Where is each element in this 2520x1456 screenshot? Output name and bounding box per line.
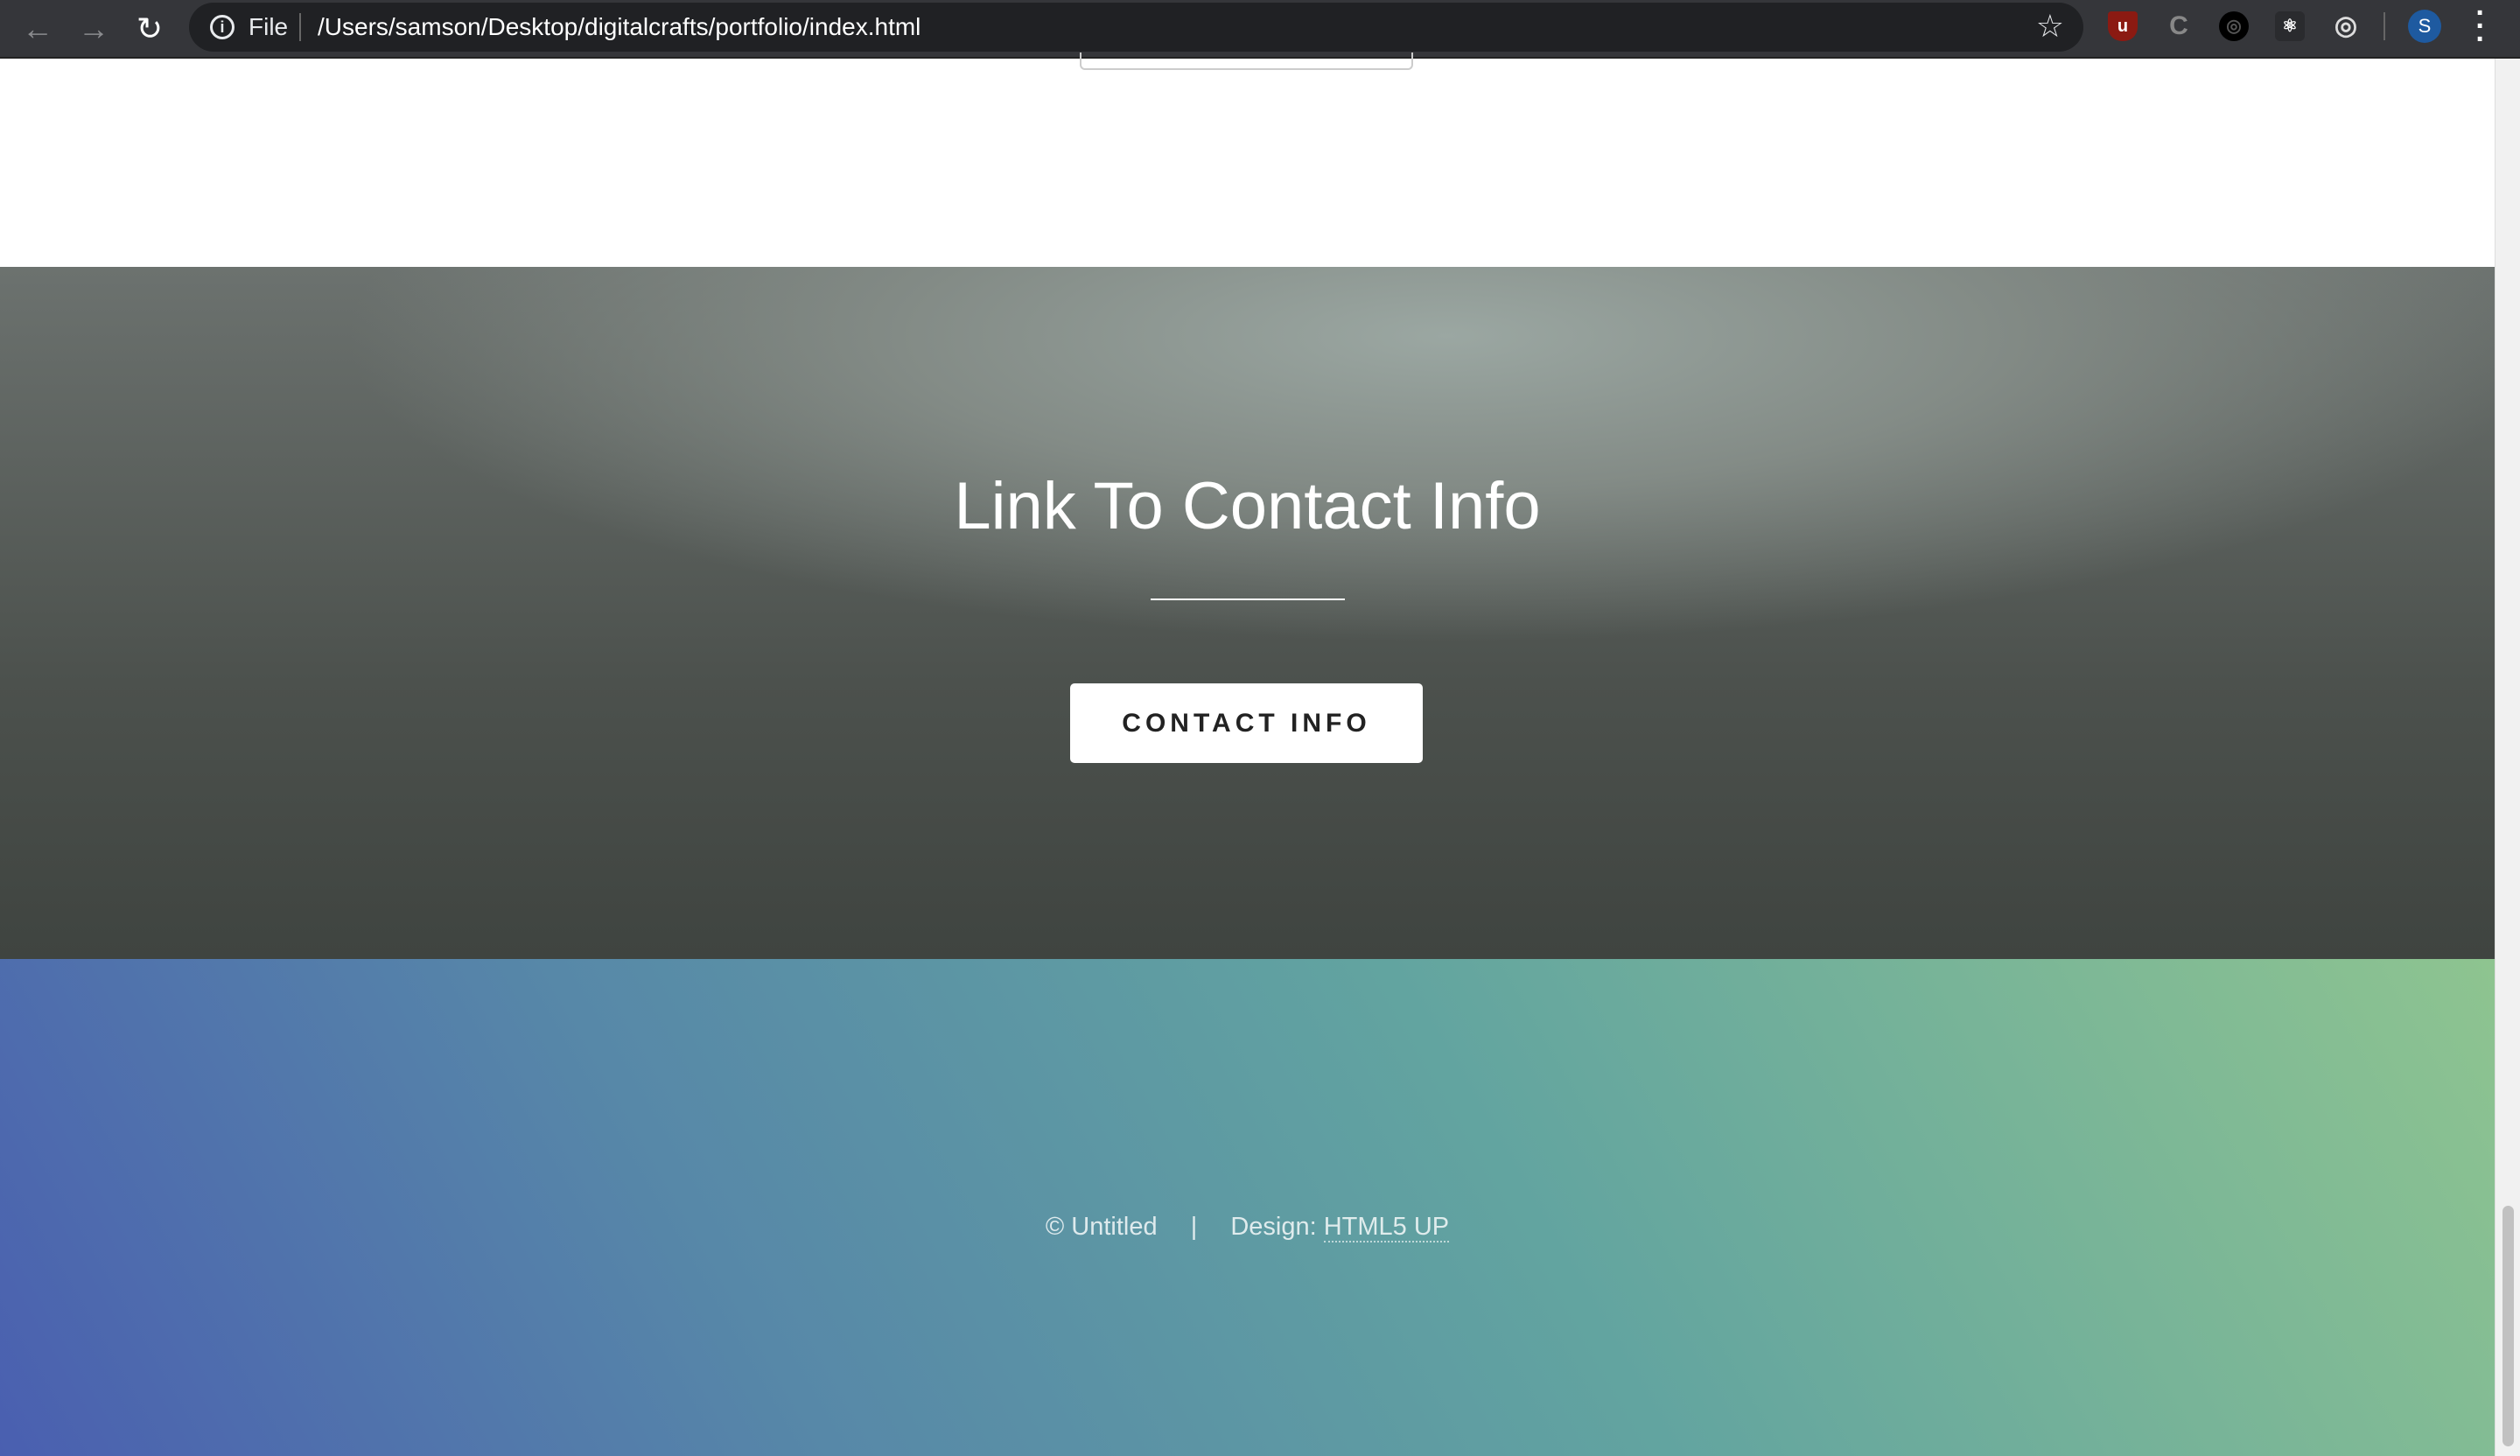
browser-toolbar: ← → ↻ i File /Users/samson/Desktop/digit…: [0, 0, 2520, 59]
menu-icon[interactable]: · · ·: [2474, 0, 2487, 54]
ublock-origin-icon[interactable]: u: [2108, 11, 2138, 41]
banner-title: Link To Contact Info: [954, 469, 1541, 543]
divider: [1151, 598, 1345, 600]
target-icon[interactable]: ◎: [2331, 11, 2361, 41]
contact-info-button[interactable]: CONTACT INFO: [1070, 683, 1423, 763]
separator: |: [1190, 1213, 1198, 1241]
contact-banner: Link To Contact Info CONTACT INFO: [0, 267, 2495, 959]
footer: © Untitled | Design: HTML5 UP: [0, 959, 2495, 1456]
info-icon[interactable]: i: [210, 15, 234, 39]
profile-avatar[interactable]: S: [2408, 10, 2441, 43]
copyright: © Untitled: [1045, 1213, 1158, 1241]
html5up-link[interactable]: HTML5 UP: [1323, 1213, 1450, 1242]
scrollbar[interactable]: [2495, 59, 2520, 1456]
divider: [299, 13, 301, 41]
back-button[interactable]: ←: [18, 9, 58, 49]
reload-button[interactable]: ↻: [130, 9, 170, 49]
react-devtools-icon[interactable]: ⚛: [2275, 11, 2305, 41]
address-bar[interactable]: i File /Users/samson/Desktop/digitalcraf…: [189, 3, 2083, 52]
bookmark-star-icon[interactable]: ☆: [2036, 8, 2064, 45]
forward-button[interactable]: →: [74, 9, 114, 49]
divider: [2384, 12, 2385, 40]
previous-section-button[interactable]: [1080, 52, 1413, 70]
url-text[interactable]: /Users/samson/Desktop/digitalcrafts/port…: [318, 13, 920, 41]
chrome-logo-icon[interactable]: ◎: [2219, 11, 2249, 41]
clearbit-connect-icon[interactable]: C: [2164, 11, 2194, 41]
url-scheme: File: [248, 13, 289, 40]
scrollbar-thumb[interactable]: [2502, 1206, 2514, 1446]
design-label: Design:: [1230, 1213, 1317, 1241]
